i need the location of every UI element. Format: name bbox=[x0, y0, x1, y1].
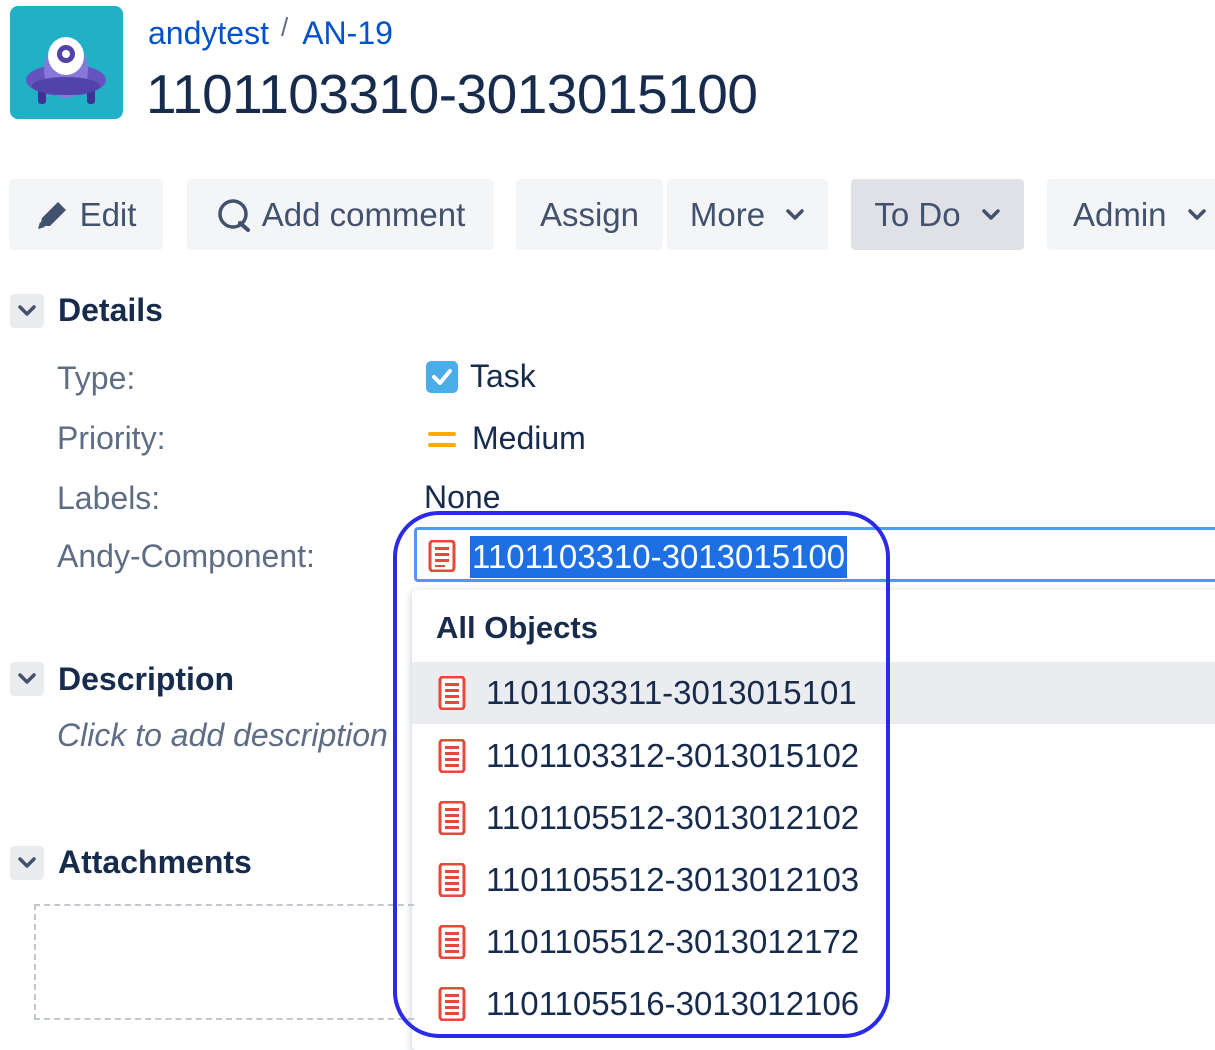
breadcrumb-issue-key-link[interactable]: AN-19 bbox=[302, 15, 393, 51]
assign-button[interactable]: Assign bbox=[516, 179, 663, 250]
status-button[interactable]: To Do bbox=[851, 179, 1024, 250]
breadcrumb-separator: / bbox=[280, 12, 289, 42]
chevron-down-icon bbox=[18, 857, 36, 868]
priority-value-text: Medium bbox=[472, 420, 586, 456]
object-icon bbox=[438, 675, 466, 715]
comment-icon bbox=[216, 197, 252, 233]
more-button-label: More bbox=[689, 195, 766, 233]
chevron-down-icon bbox=[18, 305, 36, 316]
object-icon bbox=[438, 800, 466, 840]
andy-component-label: Andy-Component: bbox=[57, 538, 315, 574]
object-icon bbox=[428, 539, 456, 577]
task-icon bbox=[426, 360, 458, 393]
description-heading: Description bbox=[58, 661, 235, 697]
type-value-text: Task bbox=[470, 358, 536, 394]
dropdown-option-label: 1101105512-3013012172 bbox=[486, 923, 860, 960]
object-icon bbox=[438, 986, 466, 1026]
attachments-drop-zone[interactable] bbox=[34, 904, 414, 1020]
andy-component-selected-text[interactable]: 1101103310-3013015100 bbox=[470, 536, 848, 578]
admin-button[interactable]: Admin bbox=[1047, 179, 1215, 250]
dropdown-option[interactable]: 1101105516-3013012106 bbox=[412, 973, 1215, 1035]
priority-value[interactable]: Medium bbox=[426, 420, 586, 457]
assign-button-label: Assign bbox=[539, 195, 640, 233]
admin-button-label: Admin bbox=[1073, 195, 1167, 233]
add-comment-button[interactable]: Add comment bbox=[187, 179, 494, 250]
chevron-down-icon bbox=[1187, 208, 1207, 222]
details-toggle[interactable] bbox=[10, 294, 44, 328]
labels-label: Labels: bbox=[57, 480, 161, 516]
object-icon bbox=[438, 738, 466, 778]
type-label: Type: bbox=[57, 360, 136, 396]
object-icon bbox=[438, 924, 466, 964]
priority-medium-icon bbox=[426, 426, 458, 452]
dropdown-option-label: 1101105512-3013012102 bbox=[486, 799, 860, 836]
edit-button-label: Edit bbox=[79, 195, 137, 233]
dropdown-option-label: 1101103311-3013015101 bbox=[486, 674, 857, 711]
pencil-icon bbox=[36, 200, 70, 230]
add-comment-button-label: Add comment bbox=[261, 195, 466, 233]
dropdown-option[interactable]: 1101105512-3013012172 bbox=[412, 911, 1215, 973]
issue-title[interactable]: 1101103310-3013015100 bbox=[146, 62, 758, 126]
dropdown-heading: All Objects bbox=[436, 610, 598, 645]
edit-button[interactable]: Edit bbox=[9, 179, 163, 250]
status-button-label: To Do bbox=[874, 195, 961, 233]
dropdown-option[interactable]: 1101103312-3013015102 bbox=[412, 725, 1215, 787]
object-icon bbox=[438, 862, 466, 902]
breadcrumb-project-link[interactable]: andytest bbox=[148, 15, 269, 51]
attachments-toggle[interactable] bbox=[10, 846, 44, 880]
dropdown-option[interactable]: 1101103311-3013015101 bbox=[412, 662, 1215, 724]
project-avatar[interactable] bbox=[10, 6, 123, 119]
breadcrumb: andytest / AN-19 bbox=[148, 12, 393, 52]
chevron-down-icon bbox=[981, 208, 1001, 222]
dropdown-option-label: 1101103312-3013015102 bbox=[486, 737, 860, 774]
priority-label: Priority: bbox=[57, 420, 166, 456]
chevron-down-icon bbox=[785, 208, 805, 222]
chevron-down-icon bbox=[18, 673, 36, 684]
labels-value[interactable]: None bbox=[424, 479, 501, 516]
dropdown-option[interactable]: 1101105512-3013012103 bbox=[412, 849, 1215, 911]
dropdown-option-label: 1101105516-3013012106 bbox=[486, 985, 860, 1022]
description-toggle[interactable] bbox=[10, 662, 44, 696]
type-value[interactable]: Task bbox=[426, 358, 536, 395]
attachments-heading: Attachments bbox=[58, 844, 252, 880]
details-heading: Details bbox=[58, 292, 163, 328]
dropdown-option-label: 1101105512-3013012103 bbox=[486, 861, 860, 898]
dropdown-option[interactable]: 1101105512-3013012102 bbox=[412, 787, 1215, 849]
description-placeholder[interactable]: Click to add description bbox=[57, 717, 388, 754]
more-button[interactable]: More bbox=[667, 179, 828, 250]
